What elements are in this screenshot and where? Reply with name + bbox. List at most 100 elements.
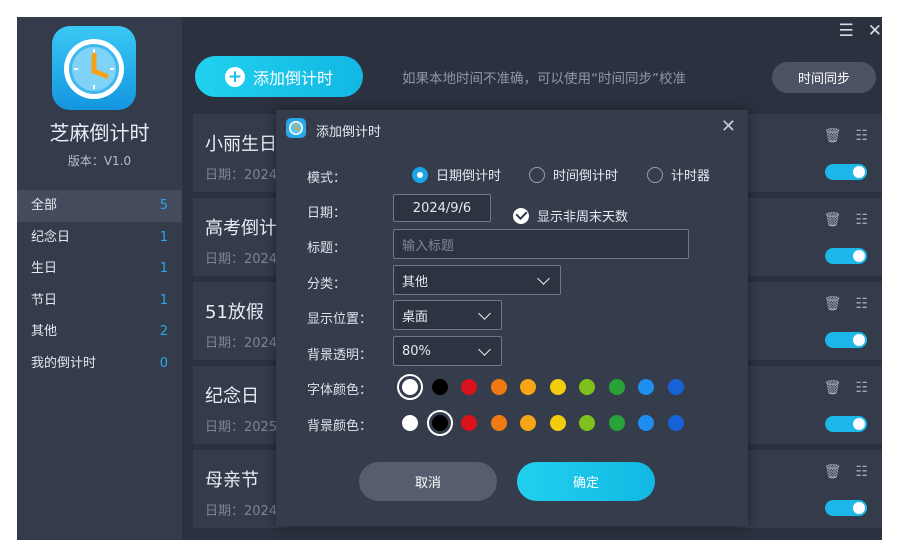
font-color-swatch[interactable]: [579, 379, 595, 395]
confirm-button[interactable]: 确定: [517, 462, 655, 501]
mode-option-label: 计时器: [671, 169, 711, 184]
sidebar-item-all[interactable]: 全部 5: [17, 190, 182, 222]
bg-color-swatch[interactable]: [638, 415, 654, 431]
add-countdown-label: 添加倒计时: [252, 68, 333, 88]
plus-icon: +: [224, 66, 245, 87]
sidebar-item-other[interactable]: 其他 2: [17, 316, 182, 348]
font-color-swatch[interactable]: [608, 379, 625, 395]
font-color-swatches: [397, 374, 684, 400]
opacity-select[interactable]: 80%: [393, 336, 502, 366]
settings-sliders-icon[interactable]: ☷: [855, 296, 868, 312]
close-icon[interactable]: ✕: [868, 21, 882, 41]
card-toggle[interactable]: [825, 332, 867, 348]
sidebar-item-count: 1: [159, 229, 168, 245]
category-value: 其他: [402, 274, 429, 290]
time-sync-button[interactable]: 时间同步: [772, 62, 876, 93]
menu-icon[interactable]: ☰: [839, 21, 854, 41]
font-color-swatch[interactable]: [397, 374, 423, 400]
mode-radio-date[interactable]: 日期倒计时: [412, 165, 501, 184]
sidebar-item-count: 1: [159, 261, 168, 276]
sidebar-item-birthday[interactable]: 生日 1: [17, 253, 182, 285]
date-field[interactable]: 2024/9/6: [393, 194, 491, 222]
bg-color-swatch[interactable]: [461, 415, 477, 431]
bg-color-swatch[interactable]: [426, 410, 453, 436]
title-input[interactable]: 输入标题: [393, 229, 689, 259]
app-version: 版本：V1.0: [67, 154, 132, 168]
sidebar-item-holiday[interactable]: 节日 1: [17, 285, 182, 317]
font-color-swatch[interactable]: [667, 379, 684, 395]
card-toggle[interactable]: [825, 164, 867, 180]
bg-color-swatch[interactable]: [402, 415, 418, 431]
position-label: 显示位置：: [307, 312, 373, 327]
show-weekday-label: 显示非周末天数: [537, 210, 629, 225]
settings-sliders-icon[interactable]: ☷: [855, 464, 868, 480]
mode-radio-time[interactable]: 时间倒计时: [529, 165, 618, 184]
radio-unselected-icon: [647, 166, 663, 183]
bg-color-swatches: [402, 410, 684, 436]
bg-color-swatch[interactable]: [667, 415, 684, 431]
card-date: 日期：2025: [205, 420, 278, 435]
trash-icon[interactable]: 🗑: [824, 380, 842, 396]
settings-sliders-icon[interactable]: ☷: [855, 212, 868, 228]
card-toggle[interactable]: [825, 500, 867, 516]
sidebar-item-label: 节日: [31, 292, 58, 308]
font-color-swatch[interactable]: [490, 379, 507, 395]
sidebar: 芝麻倒计时 版本：V1.0 全部 5 纪念日 1 生日 1 节日 1 其他 2: [17, 17, 182, 540]
trash-icon[interactable]: 🗑: [824, 128, 842, 144]
sidebar-item-label: 生日: [31, 261, 58, 276]
card-date: 日期：2024: [205, 168, 278, 183]
sidebar-item-label: 其他: [31, 324, 58, 339]
category-select[interactable]: 其他: [393, 265, 561, 295]
font-color-swatch[interactable]: [638, 379, 654, 395]
card-toggle[interactable]: [825, 416, 867, 432]
trash-icon[interactable]: 🗑: [824, 296, 842, 312]
bg-color-swatch[interactable]: [520, 415, 536, 431]
radio-unselected-icon: [529, 166, 545, 183]
settings-sliders-icon[interactable]: ☷: [855, 380, 868, 396]
chevron-down-icon: [478, 342, 491, 356]
sidebar-item-count: 0: [159, 355, 168, 371]
sidebar-item-label: 我的倒计时: [31, 355, 97, 371]
show-weekday-checkbox[interactable]: 显示非周末天数: [513, 206, 628, 225]
sidebar-item-count: 5: [159, 198, 168, 213]
title-label: 标题：: [307, 241, 347, 256]
app-name: 芝麻倒计时: [49, 121, 150, 145]
mode-label: 模式：: [307, 171, 347, 186]
dialog-close-icon[interactable]: ✕: [721, 116, 736, 137]
card-title: 小丽生日: [205, 134, 277, 155]
cancel-button[interactable]: 取消: [359, 462, 497, 501]
bg-color-swatch[interactable]: [608, 415, 625, 431]
chevron-down-icon: [478, 306, 491, 320]
card-toggle[interactable]: [825, 248, 867, 264]
mode-radio-timer[interactable]: 计时器: [647, 165, 710, 184]
dialog-title: 添加倒计时: [316, 125, 382, 140]
card-date: 日期：2024: [205, 252, 278, 267]
checkmark-icon: [513, 207, 529, 224]
position-select[interactable]: 桌面: [393, 300, 502, 330]
sidebar-item-anniversary[interactable]: 纪念日 1: [17, 222, 182, 254]
mode-option-label: 日期倒计时: [436, 169, 502, 184]
app-clock-icon: [286, 118, 306, 138]
font-color-swatch[interactable]: [549, 379, 566, 395]
settings-sliders-icon[interactable]: ☷: [855, 128, 868, 144]
font-color-swatch[interactable]: [431, 379, 448, 395]
card-title: 母亲节: [205, 470, 259, 491]
bg-color-swatch[interactable]: [579, 415, 595, 431]
card-title: 51放假: [205, 302, 264, 323]
mode-option-label: 时间倒计时: [553, 169, 619, 184]
chevron-down-icon: [537, 271, 550, 285]
date-label: 日期：: [307, 206, 347, 221]
font-color-swatch[interactable]: [520, 379, 536, 395]
radio-selected-icon: [412, 166, 428, 183]
bg-color-swatch[interactable]: [549, 415, 566, 431]
add-countdown-button[interactable]: + 添加倒计时: [195, 56, 363, 97]
font-color-swatch[interactable]: [461, 379, 477, 395]
app-logo-clock-icon: [52, 26, 136, 110]
trash-icon[interactable]: 🗑: [824, 212, 842, 228]
sidebar-item-label: 纪念日: [31, 229, 71, 245]
trash-icon[interactable]: 🗑: [824, 464, 842, 480]
time-sync-hint: 如果本地时间不准确，可以使用“时间同步”校准: [402, 71, 686, 87]
bg-color-swatch[interactable]: [490, 415, 507, 431]
sidebar-item-mine[interactable]: 我的倒计时 0: [17, 348, 182, 380]
bg-color-label: 背景颜色：: [307, 419, 373, 434]
